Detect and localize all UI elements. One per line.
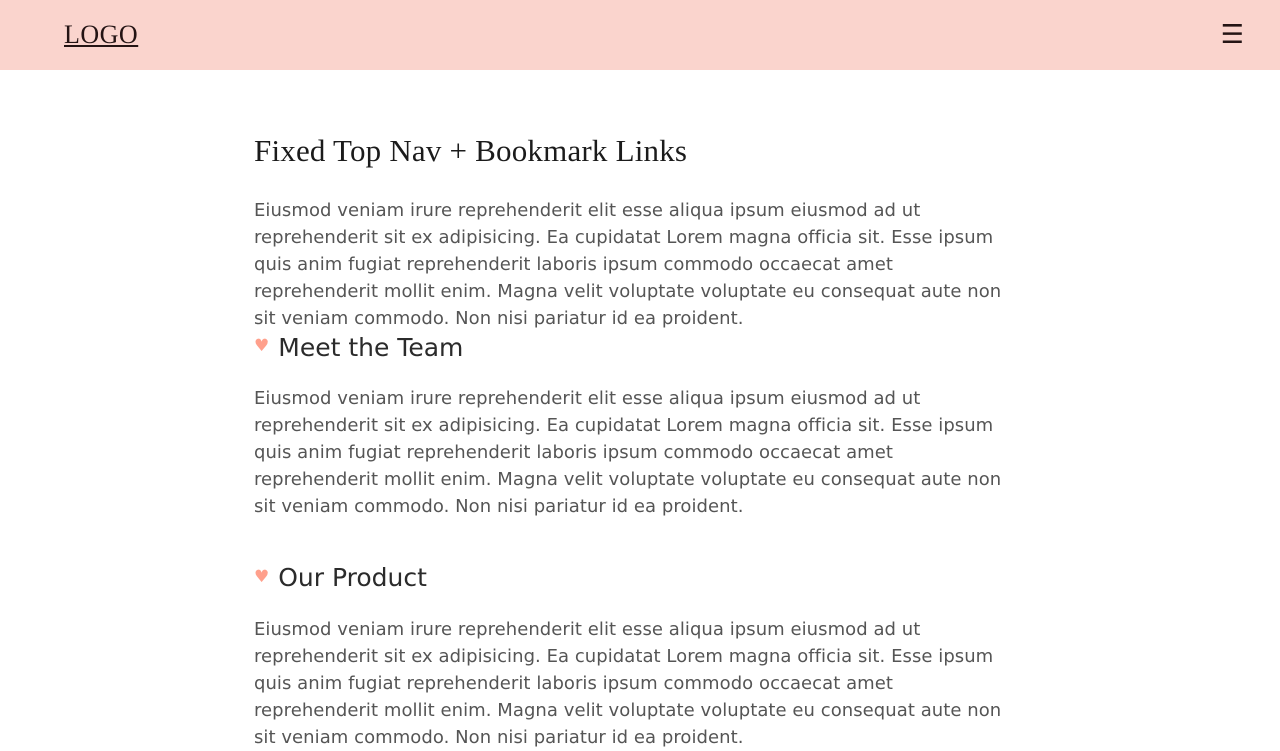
fixed-top-navbar: LOGO ☰ (0, 0, 1280, 70)
section-paragraph: Eiusmod veniam irure reprehenderit elit … (254, 618, 1002, 748)
section-heading-label: Our Product (278, 563, 427, 593)
logo[interactable]: LOGO (64, 22, 138, 48)
section-meet-the-team: ♥ Meet the Team Eiusmod veniam irure rep… (254, 332, 1016, 520)
section-our-product: ♥ Our Product Eiusmod veniam irure repre… (254, 562, 1016, 750)
intro-paragraph: Eiusmod veniam irure reprehenderit elit … (254, 200, 1002, 330)
section-heading: ♥ Our Product (254, 562, 1016, 593)
section-paragraph: Eiusmod veniam irure reprehenderit elit … (254, 388, 1002, 518)
heart-bookmark-icon: ♥ (254, 336, 270, 357)
section-heading-label: Meet the Team (278, 333, 464, 363)
hamburger-menu-icon[interactable]: ☰ (1209, 15, 1256, 55)
heart-bookmark-icon: ♥ (254, 566, 270, 587)
section-heading: ♥ Meet the Team (254, 332, 1016, 363)
page-title: Fixed Top Nav + Bookmark Links (254, 133, 688, 168)
content-column: Fixed Top Nav + Bookmark Links Eiusmod v… (254, 132, 1016, 751)
page-content: Fixed Top Nav + Bookmark Links Eiusmod v… (0, 70, 1280, 751)
